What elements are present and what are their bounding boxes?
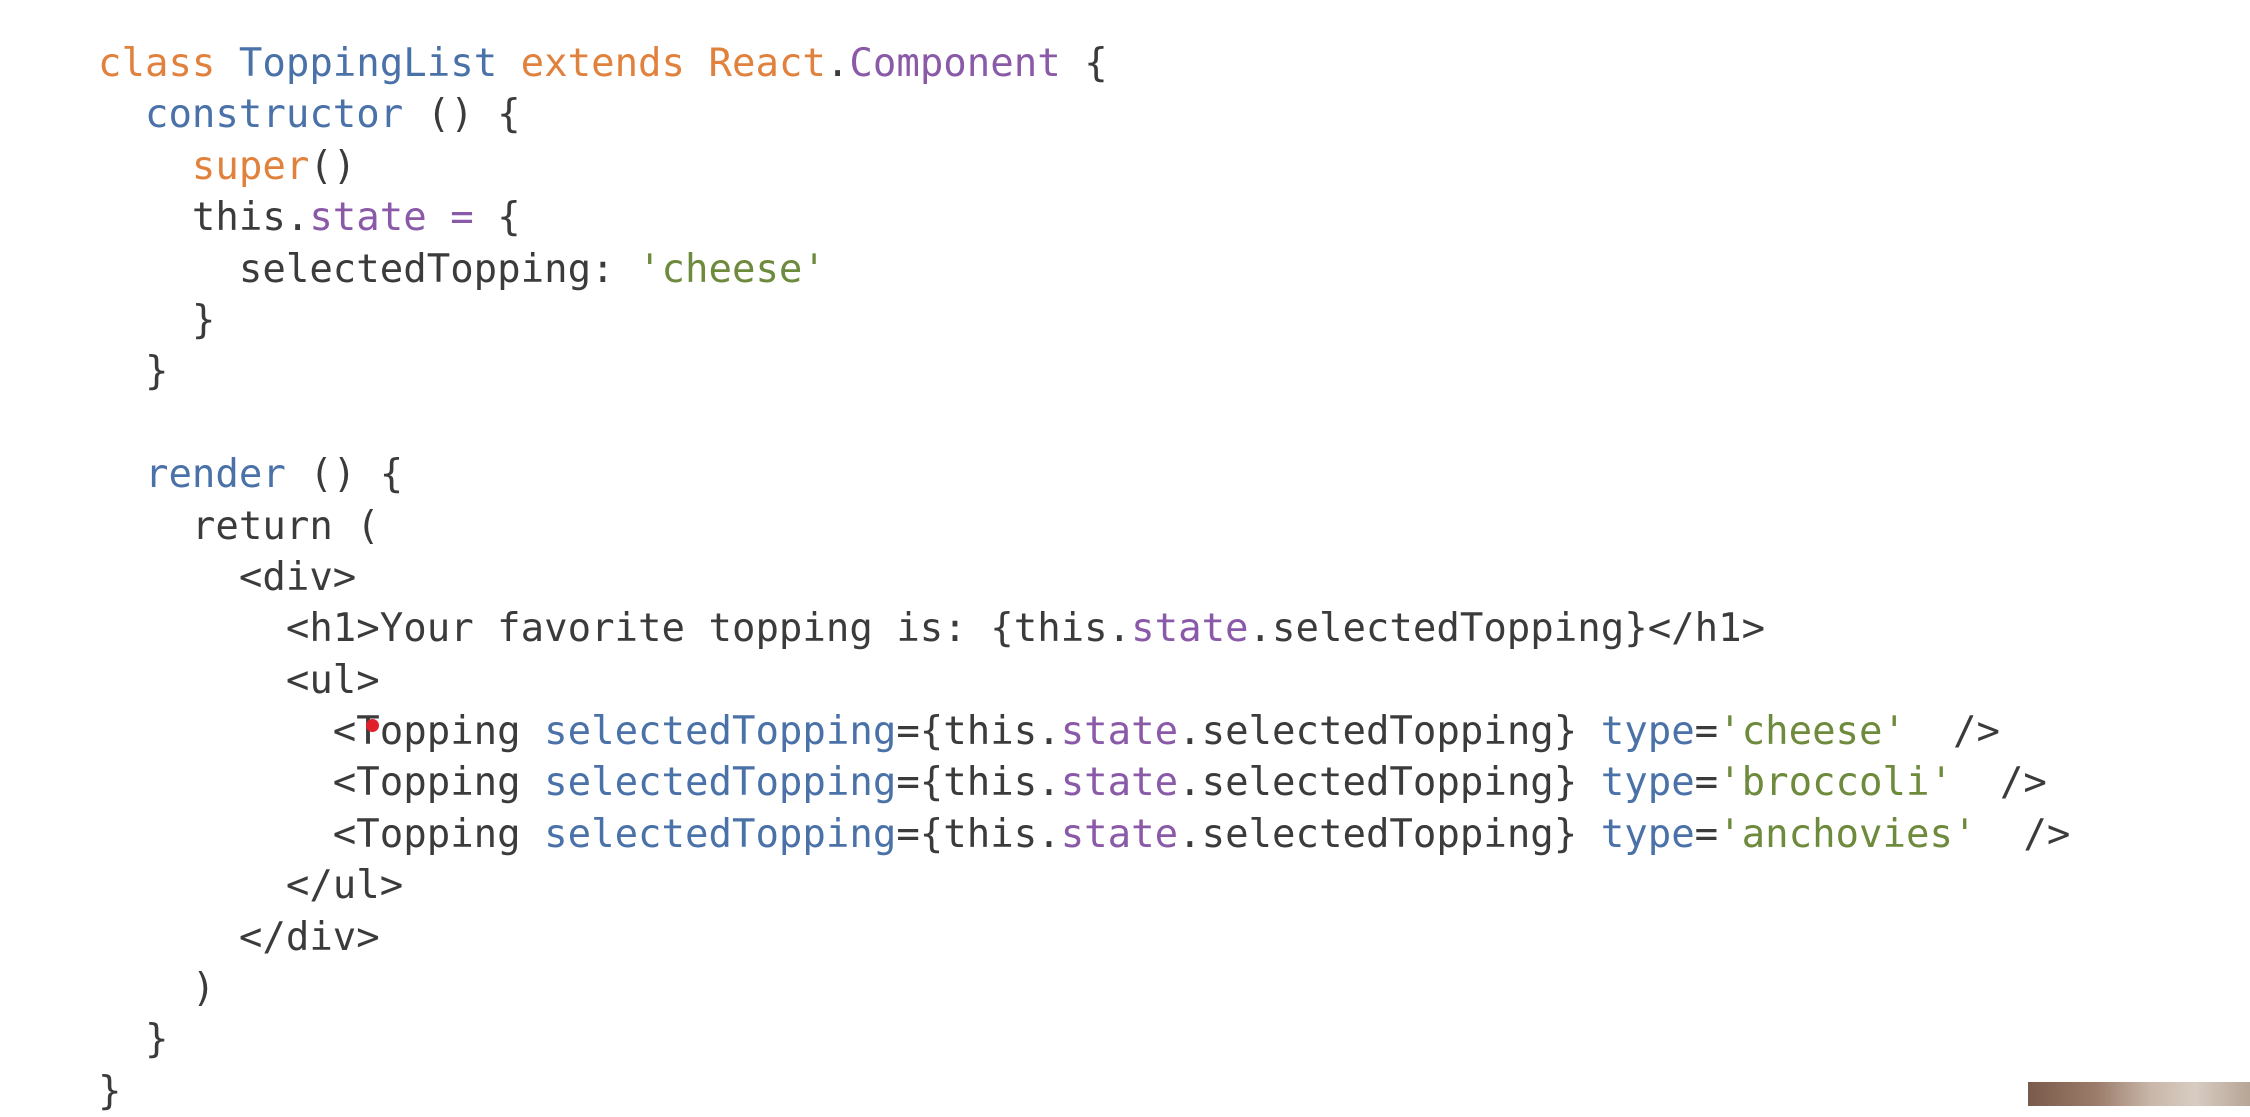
code-token: .: [825, 41, 850, 86]
code-line: this.state = {: [98, 192, 2070, 243]
code-token: 'anchovies': [1718, 811, 1977, 857]
code-token: ={this.: [896, 709, 1061, 755]
code-token: state: [1060, 760, 1179, 806]
code-line: </div>: [98, 912, 2070, 963]
code-token: />: [1952, 760, 2047, 806]
code-line: <ul>: [98, 655, 2070, 706]
code-token: </div>: [98, 914, 380, 960]
code-token: type: [1600, 709, 1695, 755]
code-token: <ul>: [98, 657, 380, 703]
code-line: <Topping selectedTopping={this.state.sel…: [98, 757, 2070, 808]
code-line: }: [98, 1066, 2070, 1117]
code-token: }: [98, 1017, 169, 1063]
code-token: state: [1131, 606, 1249, 652]
code-token: .selectedTopping}</h1>: [1248, 606, 1766, 652]
code-token: selectedTopping: [544, 709, 897, 755]
code-token: ): [98, 966, 216, 1012]
code-token: type: [1600, 760, 1695, 806]
code-token: render: [98, 452, 286, 498]
code-token: state: [1060, 709, 1179, 755]
code-token: this.: [98, 195, 310, 241]
code-token: () {: [403, 92, 521, 138]
code-line: selectedTopping: 'cheese': [98, 244, 2070, 295]
code-token: .selectedTopping}: [1178, 709, 1601, 755]
code-line: <Topping selectedTopping={this.state.sel…: [98, 809, 2071, 860]
code-token: =: [1694, 760, 1719, 806]
code-token: ={this.: [896, 760, 1061, 806]
code-token: />: [1976, 811, 2071, 857]
code-token: selectedTopping:: [98, 246, 639, 292]
code-token: 'broccoli': [1718, 760, 1953, 806]
mouse-pointer-icon: [366, 719, 379, 732]
code-token: <div>: [98, 554, 357, 600]
code-token: Component: [849, 41, 1061, 86]
code-token: ToppingList: [238, 41, 498, 86]
code-token: =: [1694, 709, 1719, 755]
code-token: return (: [98, 503, 380, 549]
code-token: (): [309, 143, 357, 189]
code-token: ={this.: [896, 811, 1061, 857]
code-token: <h1>Your favorite topping is: {this.: [98, 606, 1132, 652]
code-line: ): [98, 963, 2070, 1014]
code-line: class ToppingList extends React.Componen…: [98, 38, 2070, 89]
code-line: constructor () {: [98, 89, 2070, 140]
code-token: }: [98, 297, 216, 343]
code-token: {: [497, 195, 521, 241]
code-token: 'cheese': [638, 246, 826, 292]
code-token: </ul>: [98, 863, 404, 909]
code-line: <div>: [98, 552, 2070, 603]
code-token: selectedTopping: [544, 811, 897, 857]
code-token: .selectedTopping}: [1178, 811, 1601, 857]
code-token: extends: [497, 41, 709, 86]
code-token: () {: [285, 452, 404, 498]
code-token: =: [1694, 811, 1719, 857]
code-line: render () {: [98, 449, 2070, 500]
code-token: state: [309, 195, 427, 241]
webcam-thumbnail: [2028, 1082, 2250, 1106]
code-line: }: [98, 346, 2070, 397]
code-line: </ul>: [98, 860, 2070, 911]
code-line: <h1>Your favorite topping is: {this.stat…: [98, 603, 2070, 654]
code-token: state: [1060, 811, 1179, 857]
code-editor: class ToppingList extends React.Componen…: [0, 0, 2250, 1114]
code-token: <Topping: [98, 709, 545, 755]
code-token: super: [98, 143, 310, 189]
code-token: {: [1060, 41, 1108, 86]
code-block: class ToppingList extends React.Componen…: [98, 38, 2070, 1117]
code-token: .selectedTopping}: [1178, 760, 1601, 806]
code-token: }: [98, 1068, 122, 1114]
code-token: class: [98, 41, 239, 86]
code-token: constructor: [98, 92, 404, 138]
code-token: selectedTopping: [544, 760, 897, 806]
code-token: />: [1906, 709, 2000, 755]
code-token: }: [98, 349, 169, 395]
code-line: }: [98, 295, 2070, 346]
code-token: =: [426, 195, 498, 241]
code-token: <Topping: [98, 760, 545, 806]
code-token: 'cheese': [1718, 709, 1906, 755]
code-line: super(): [98, 141, 2070, 192]
code-line: }: [98, 1014, 2070, 1065]
code-line: <Topping selectedTopping={this.state.sel…: [98, 706, 2070, 757]
code-token: React: [708, 41, 826, 86]
code-line: return (: [98, 501, 2070, 552]
code-token: type: [1600, 811, 1695, 857]
code-token: <Topping: [98, 811, 545, 857]
